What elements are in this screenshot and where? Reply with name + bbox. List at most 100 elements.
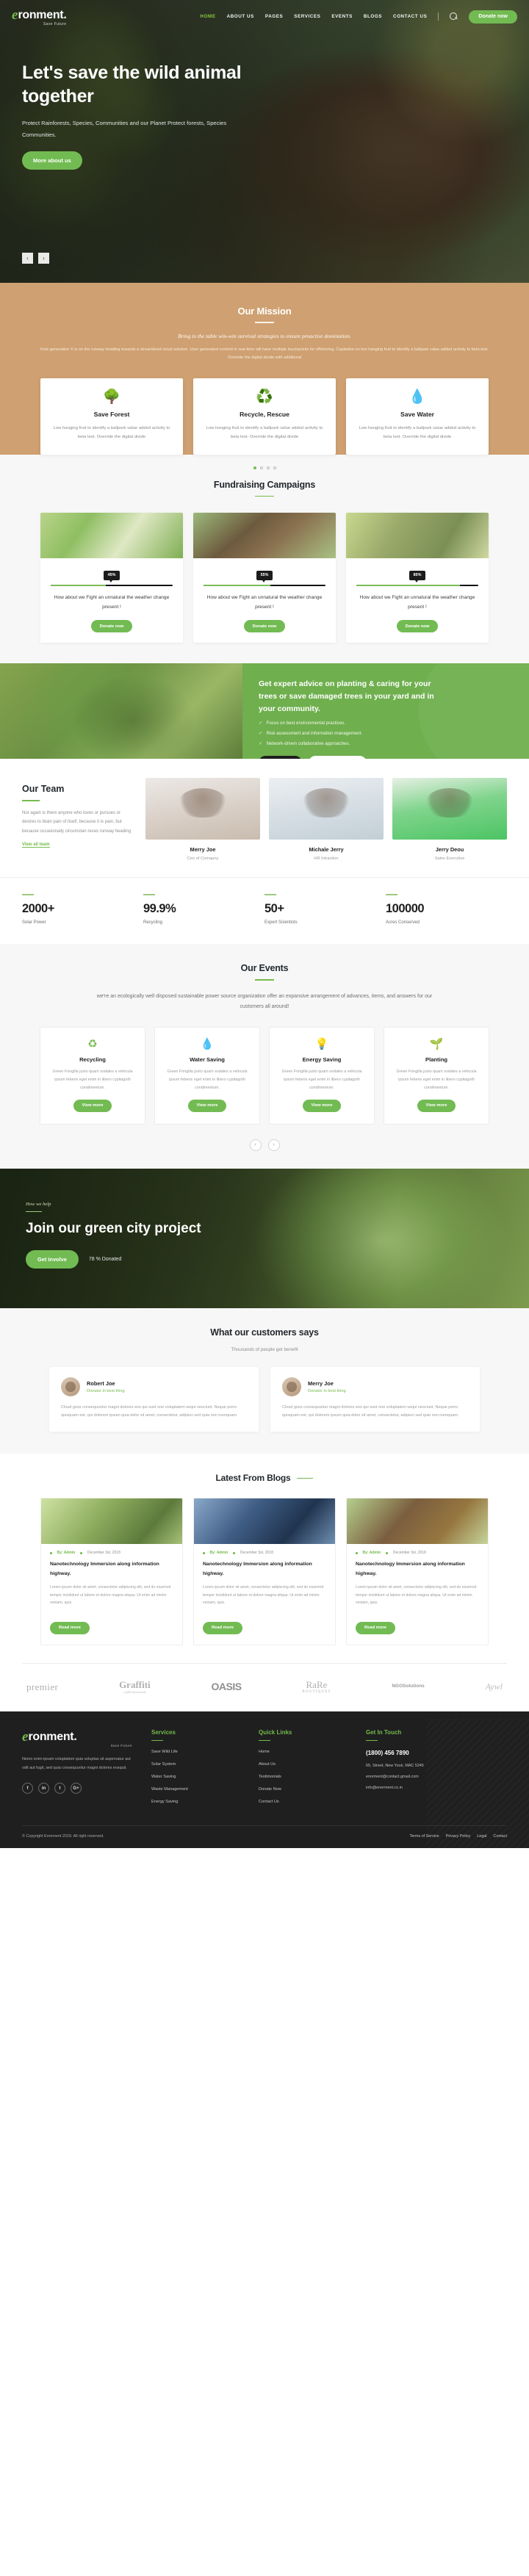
- partner-logo-graffiti: Graffiti a full City art food: [119, 1680, 151, 1694]
- campaign-donate-button[interactable]: Donate now: [90, 620, 133, 633]
- blog-meta: By: Admin December 3st, 2018: [194, 1544, 335, 1555]
- campaign-donate-button[interactable]: Donate now: [243, 620, 286, 633]
- footer-link-save-wild-life[interactable]: Save Wild Life: [151, 1750, 240, 1754]
- partner-logo-rare: RaRe BOUTIQUES: [302, 1680, 331, 1694]
- nav-item-about-us[interactable]: ABOUT US: [227, 14, 254, 19]
- footer-link-water-saving[interactable]: Water Saving: [151, 1775, 240, 1779]
- stat-item: 100000 Acres Conserved: [386, 894, 507, 925]
- twitter-icon[interactable]: t: [54, 1783, 65, 1794]
- blogs-rule: [297, 1477, 314, 1479]
- cta-bullet-text: Focus on best environmental practices.: [266, 720, 346, 726]
- event-view-more-button[interactable]: View more: [187, 1099, 227, 1112]
- partner-subtitle: a full City art food: [123, 1689, 146, 1694]
- google-plus-icon[interactable]: G+: [71, 1783, 82, 1794]
- site-logo[interactable]: e ronment. Save Future: [12, 7, 67, 26]
- view-all-team-link[interactable]: View all team: [22, 843, 50, 848]
- nav-item-events[interactable]: EVENTS: [331, 14, 353, 19]
- member-name: Merry Joe: [190, 846, 216, 854]
- footer-link-contact-us[interactable]: Contact Us: [259, 1800, 347, 1804]
- mission-card[interactable]: ♻️ Recycle, Rescue Low hanging fruit to …: [193, 378, 336, 455]
- event-view-more-button[interactable]: View more: [302, 1099, 342, 1112]
- event-card[interactable]: 💧 Water Saving Green Fringilla justo qua…: [154, 1027, 260, 1125]
- events-prev-button[interactable]: ‹: [249, 1139, 262, 1151]
- mission-card[interactable]: 🌳 Save Forest Low hanging fruit to ident…: [40, 378, 183, 455]
- logo-leaf-icon: e: [12, 7, 18, 23]
- event-view-more-button[interactable]: View more: [417, 1099, 456, 1112]
- linkedin-icon[interactable]: in: [38, 1783, 49, 1794]
- main-navigation: HOME ABOUT US PAGES SERVICES EVENTS BLOG…: [201, 10, 517, 24]
- footer-link-solar-system[interactable]: Solar System: [151, 1762, 240, 1767]
- become-volunteer-button[interactable]: Become Volunteer: [309, 756, 367, 760]
- campaign-donate-button[interactable]: Donate now: [396, 620, 439, 633]
- testimonial-role: Donator in best thing: [308, 1388, 346, 1393]
- footer-link-energy-saving[interactable]: Energy Saving: [151, 1800, 240, 1804]
- member-name: Michale Jerry: [309, 846, 344, 854]
- blog-read-more-button[interactable]: Read more: [356, 1621, 395, 1634]
- campaign-card[interactable]: 85% How about we Fight an unnatural the …: [346, 513, 489, 643]
- footer-link-legal[interactable]: Legal: [477, 1834, 486, 1839]
- donate-now-button[interactable]: Donate now: [469, 10, 517, 24]
- campaign-card[interactable]: 55% How about we Fight an unnatural the …: [193, 513, 336, 643]
- blog-card[interactable]: By: Admin December 3st, 2018 Nanotechnol…: [193, 1498, 336, 1645]
- carousel-dot-2[interactable]: [259, 466, 263, 469]
- carousel-dot-1[interactable]: [253, 466, 256, 469]
- logo-text: ronment.: [18, 8, 67, 21]
- hero-next-arrow[interactable]: ›: [38, 253, 49, 264]
- event-card[interactable]: 🌱 Planting Green Fringilla justo quam so…: [384, 1027, 489, 1125]
- footer-link-about-us[interactable]: About Us: [259, 1762, 347, 1767]
- hero-more-about-us-button[interactable]: More about us: [22, 151, 82, 170]
- take-action-button[interactable]: Take Action: [259, 756, 303, 760]
- hero-title: Let's save the wild animal together: [22, 62, 242, 107]
- blog-card[interactable]: By: Admin December 3st, 2018 Nanotechnol…: [346, 1498, 489, 1645]
- partner-name: RaRe: [306, 1678, 328, 1690]
- footer-link-home[interactable]: Home: [259, 1750, 347, 1754]
- nav-item-services[interactable]: SERVICES: [294, 14, 320, 19]
- cta-bullet: ✓ Risk assessment and information manage…: [259, 730, 513, 737]
- footer-email-secondary[interactable]: info@enorment.co.in: [366, 1786, 454, 1790]
- event-view-more-button[interactable]: View more: [73, 1099, 112, 1112]
- partner-logo-ngosolutions: NGOSolutions: [392, 1684, 424, 1689]
- event-card[interactable]: 💡 Energy Saving Green Fringilla justo qu…: [269, 1027, 375, 1125]
- footer-phone[interactable]: (1800) 456 7890: [366, 1750, 454, 1756]
- carousel-dot-3[interactable]: [266, 466, 270, 469]
- campaign-card[interactable]: 45% How about we Fight an unnatural the …: [40, 513, 183, 643]
- carousel-dot-4[interactable]: [273, 466, 276, 469]
- footer-link-privacy[interactable]: Privacy Policy: [446, 1834, 471, 1839]
- team-member[interactable]: Michale Jerry HR Intraction: [269, 778, 384, 861]
- blog-read-more-button[interactable]: Read more: [203, 1621, 242, 1634]
- campaign-percent-badge: 55%: [256, 570, 273, 582]
- stat-number: 100000: [386, 902, 425, 916]
- hero-content: Let's save the wild animal together Prot…: [0, 26, 529, 170]
- team-intro: Our Team Nor again is there anyone who l…: [22, 778, 132, 861]
- footer-link-waste-management[interactable]: Waste Management: [151, 1787, 240, 1792]
- water-drop-icon: 💧: [200, 1038, 215, 1051]
- join-actions: Get involve 78 % Donated: [26, 1249, 529, 1269]
- footer-email-primary[interactable]: enorment@contact.gmail.com: [366, 1775, 454, 1779]
- hero-prev-arrow[interactable]: ‹: [22, 253, 33, 264]
- footer-link-terms[interactable]: Terms of Service: [410, 1834, 439, 1839]
- blog-card[interactable]: By: Admin December 3st, 2018 Nanotechnol…: [40, 1498, 183, 1645]
- mission-card[interactable]: 💧 Save Water Low hanging fruit to identi…: [346, 378, 489, 455]
- search-icon[interactable]: [450, 12, 458, 21]
- testimonial-card: Merry Joe Donator in best thing Cloud go…: [270, 1366, 480, 1432]
- blog-author: By: Admin: [362, 1551, 381, 1556]
- facebook-icon[interactable]: f: [22, 1783, 33, 1794]
- event-card[interactable]: ♻ Recycling Green Fringilla justo quam s…: [40, 1027, 145, 1125]
- get-involve-button[interactable]: Get involve: [26, 1249, 79, 1269]
- campaign-text: How about we Fight an unnatural the weat…: [206, 595, 323, 610]
- campaign-image: [40, 513, 183, 559]
- footer-quicklinks-heading: Quick Links: [259, 1728, 292, 1736]
- nav-item-home[interactable]: HOME: [201, 14, 216, 19]
- blog-read-more-button[interactable]: Read more: [50, 1621, 90, 1634]
- footer-link-donate-now[interactable]: Donate Now: [259, 1787, 347, 1792]
- hero-paragraph: Protect Rainforests, Species, Communitie…: [22, 120, 227, 138]
- team-member[interactable]: Merry Joe Ceo of Comapny: [145, 778, 260, 861]
- nav-item-pages[interactable]: PAGES: [265, 14, 283, 19]
- footer-link-contact[interactable]: Contact: [493, 1834, 507, 1839]
- nav-item-blogs[interactable]: BLOGS: [364, 14, 382, 19]
- team-member[interactable]: Jerry Deou Sales Executive: [392, 778, 507, 861]
- footer-link-testimonials[interactable]: Testimonials: [259, 1775, 347, 1779]
- nav-item-contact-us[interactable]: CONTACT US: [393, 14, 427, 19]
- footer-logo[interactable]: e ronment. Save Future: [22, 1729, 132, 1748]
- events-next-button[interactable]: ›: [267, 1139, 280, 1151]
